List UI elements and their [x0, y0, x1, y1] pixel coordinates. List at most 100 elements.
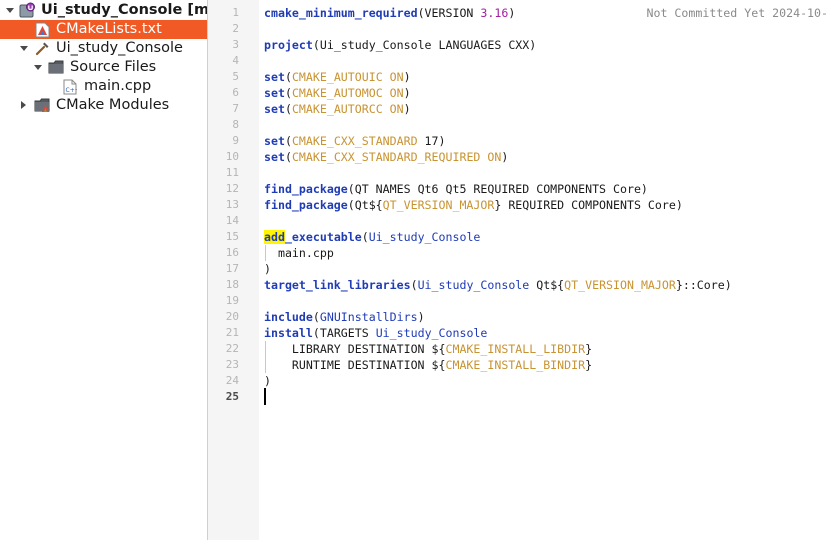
tree-item-main-cpp[interactable]: C++ main.cpp — [0, 77, 207, 96]
code-text: ) — [501, 150, 509, 164]
cmake-modules-label: CMake Modules — [56, 97, 170, 113]
line-number: 9 — [232, 134, 239, 147]
line-number: 1 — [232, 6, 239, 19]
source-files-label: Source Files — [70, 59, 157, 75]
code-keyword: set — [264, 134, 285, 148]
code-text: ( — [361, 230, 369, 244]
code-line: add_executable(Ui_study_Console — [264, 229, 480, 245]
line-number: 13 — [225, 198, 239, 211]
code-text: main.cpp — [264, 246, 334, 260]
code-line: set(CMAKE_AUTORCC ON) — [264, 101, 411, 117]
tree-item-project-root[interactable]: Ui_study_Console [mas — [0, 1, 207, 20]
code-keyword: _executable — [284, 230, 362, 244]
tree-item-cmakelists[interactable]: CMakeLists.txt — [0, 20, 207, 39]
code-argument: Ui_study_Console — [375, 326, 488, 340]
code-keyword: set — [264, 102, 285, 116]
code-text: ) — [264, 374, 271, 388]
code-text: (TARGETS — [312, 326, 376, 340]
line-number: 11 — [225, 166, 239, 179]
current-line-number: 25 — [225, 390, 239, 403]
code-text: (Ui_study_Console LANGUAGES CXX) — [312, 38, 537, 52]
tree-item-target[interactable]: Ui_study_Console — [0, 39, 207, 58]
code-variable: CMAKE_CXX_STANDARD_REQUIRED — [291, 150, 481, 164]
code-editor[interactable]: Not Committed Yet 2024-10- cmake_minimum… — [259, 0, 828, 540]
project-tree[interactable]: Ui_study_Console [mas CMakeLists.txt Ui_… — [0, 0, 208, 540]
code-text: ( — [410, 278, 418, 292]
line-number: 21 — [225, 326, 239, 339]
code-text: ) — [264, 262, 271, 276]
code-text: (QT NAMES Qt6 Qt5 REQUIRED COMPONENTS Co… — [347, 182, 648, 196]
code-line: main.cpp — [264, 245, 334, 261]
line-number: 10 — [225, 150, 239, 163]
code-text: ( — [312, 310, 320, 324]
expand-arrow-icon[interactable] — [20, 46, 28, 51]
code-text: } REQUIRED COMPONENTS Core) — [494, 198, 683, 212]
code-text: } — [585, 358, 593, 372]
code-keyword: target_link_libraries — [264, 278, 411, 292]
cpp-file-icon: C++ — [63, 79, 77, 95]
code-keyword: install — [264, 326, 313, 340]
line-number: 3 — [232, 38, 239, 51]
folder-icon — [48, 60, 64, 74]
line-number: 16 — [225, 246, 239, 259]
line-number: 12 — [225, 182, 239, 195]
collapse-arrow-icon[interactable] — [21, 101, 26, 109]
code-keyword: find_package — [264, 198, 348, 212]
cmakelists-label: CMakeLists.txt — [56, 21, 162, 37]
line-number: 24 — [225, 374, 239, 387]
code-text: } — [585, 342, 593, 356]
code-keyword: set — [264, 150, 285, 164]
line-number: 8 — [232, 118, 239, 131]
code-line: LIBRARY DESTINATION ${CMAKE_INSTALL_LIBD… — [264, 341, 592, 357]
code-text: RUNTIME DESTINATION ${ — [264, 358, 446, 372]
cmake-modules-folder-icon — [34, 98, 50, 112]
code-text: ) — [508, 6, 516, 20]
code-text: ( — [284, 102, 292, 116]
line-number: 20 — [225, 310, 239, 323]
code-number: 3.16 — [480, 6, 509, 20]
line-number: 2 — [232, 22, 239, 35]
code-keyword: include — [264, 310, 313, 324]
code-argument: Ui_study_Console — [368, 230, 481, 244]
code-keyword: find_package — [264, 182, 348, 196]
code-variable: CMAKE_AUTOUIC — [291, 70, 383, 84]
code-text: 17) — [417, 134, 446, 148]
tree-item-source-files[interactable]: Source Files — [0, 58, 207, 77]
code-line: set(CMAKE_CXX_STANDARD 17) — [264, 133, 446, 149]
code-line: RUNTIME DESTINATION ${CMAKE_INSTALL_BIND… — [264, 357, 592, 373]
code-line: install(TARGETS Ui_study_Console — [264, 325, 487, 341]
code-variable: CMAKE_CXX_STANDARD — [291, 134, 418, 148]
line-number-gutter: 1 2 3 4 5 6 7 8 9 10 11 12 13 14 15 16 1… — [208, 0, 259, 540]
code-text: (Qt${ — [347, 198, 383, 212]
code-text: ) — [403, 86, 411, 100]
code-variable: ON — [389, 86, 404, 100]
code-line: ) — [264, 261, 271, 277]
code-line: set(CMAKE_CXX_STANDARD_REQUIRED ON) — [264, 149, 508, 165]
code-line: include(GNUInstallDirs) — [264, 309, 425, 325]
code-variable: CMAKE_INSTALL_BINDIR — [445, 358, 586, 372]
line-number: 14 — [225, 214, 239, 227]
code-line: set(CMAKE_AUTOMOC ON) — [264, 85, 411, 101]
code-text: ( — [284, 86, 292, 100]
expand-arrow-icon[interactable] — [34, 65, 42, 70]
line-number: 17 — [225, 262, 239, 275]
code-text: }::Core) — [675, 278, 732, 292]
tree-item-cmake-modules[interactable]: CMake Modules — [0, 96, 207, 115]
main-cpp-label: main.cpp — [84, 78, 152, 94]
code-text: Qt${ — [529, 278, 565, 292]
line-number: 18 — [225, 278, 239, 291]
code-text: LIBRARY DESTINATION ${ — [264, 342, 446, 356]
code-argument: Ui_study_Console — [417, 278, 530, 292]
expand-arrow-icon[interactable] — [6, 8, 14, 13]
svg-text:C++: C++ — [66, 87, 78, 94]
code-keyword: set — [264, 70, 285, 84]
build-target-icon — [35, 42, 49, 56]
line-number: 19 — [225, 294, 239, 307]
line-number: 5 — [232, 70, 239, 83]
code-keyword: cmake_minimum_required — [264, 6, 418, 20]
project-root-label: Ui_study_Console [mas — [41, 2, 208, 18]
code-line: find_package(Qt${QT_VERSION_MAJOR} REQUI… — [264, 197, 683, 213]
